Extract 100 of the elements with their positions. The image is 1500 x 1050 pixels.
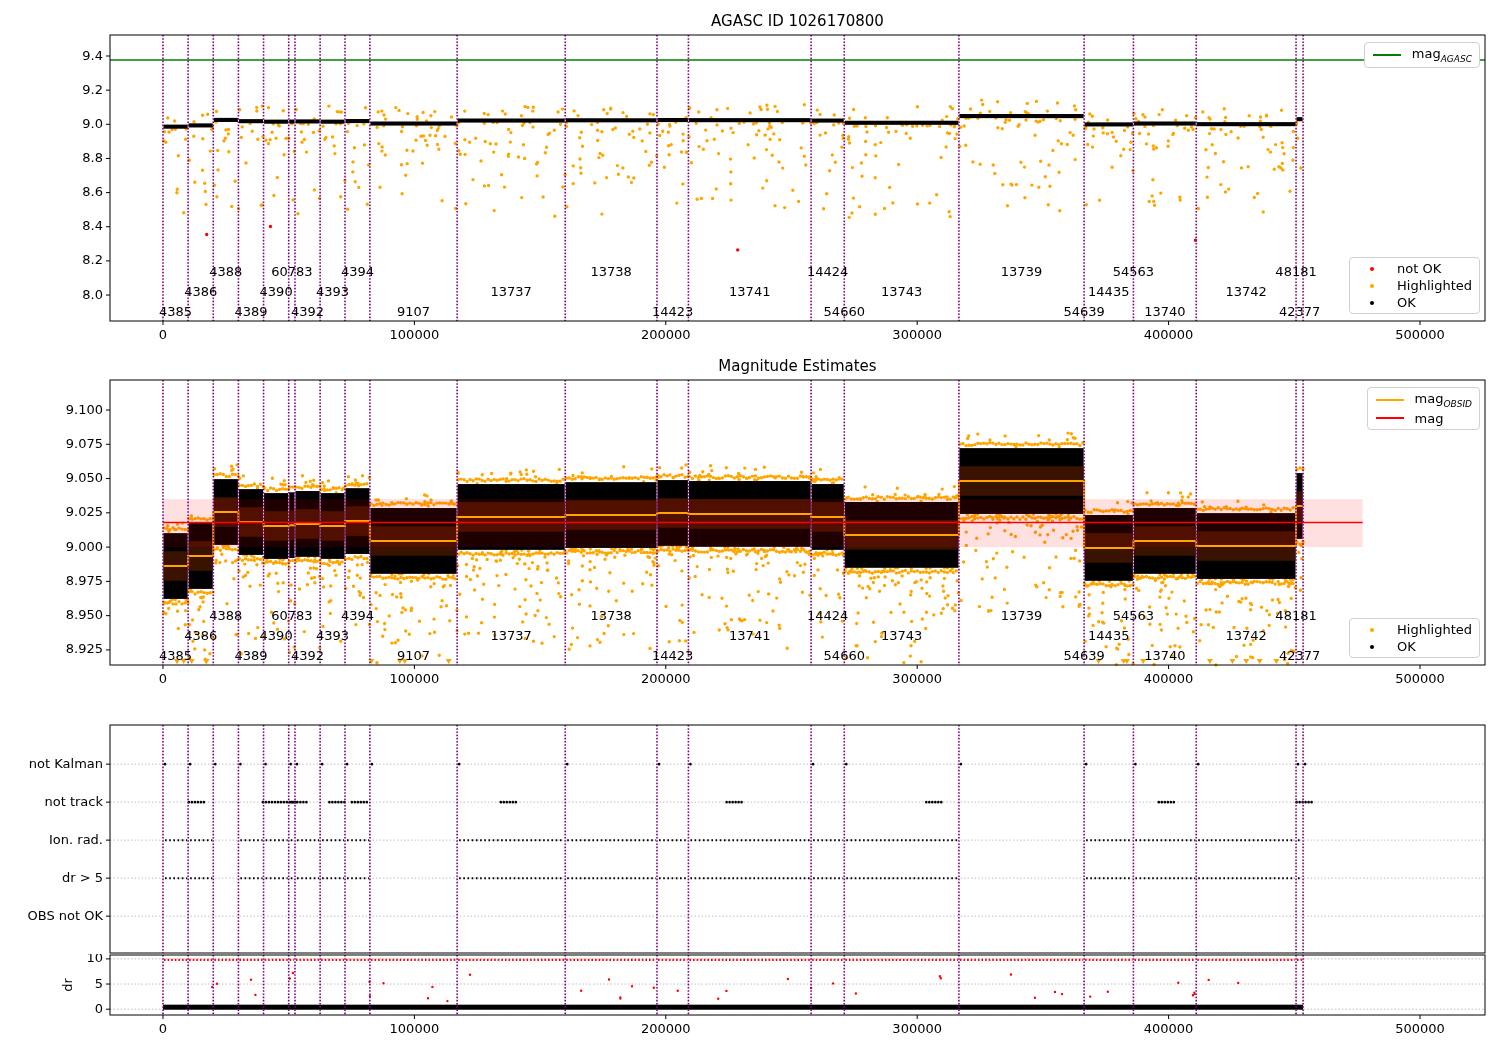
legend-label: mag$_{AGASC}$	[1411, 46, 1472, 64]
obsid-label: 13740	[1144, 647, 1186, 663]
obsid-label: 14424	[807, 263, 849, 279]
obsid-label: 14423	[652, 647, 694, 663]
tick-label: 0	[94, 1000, 103, 1016]
tick-label: 8.2	[82, 252, 103, 268]
obsid-label: 4394	[340, 263, 374, 279]
obsid-label: 60783	[271, 263, 313, 279]
legend-label: mag	[1414, 410, 1444, 426]
legend-label: OK	[1397, 295, 1416, 310]
tick-label: not track	[44, 793, 103, 809]
tick-label: 9.075	[65, 435, 103, 451]
obsid-label: 4389	[234, 647, 268, 663]
tick-label: 100000	[389, 671, 440, 686]
obsid-label: 4390	[259, 283, 293, 299]
tick-label: 400000	[1143, 327, 1194, 340]
legend-label: Highlighted	[1397, 278, 1472, 293]
obsid-label: 4388	[209, 608, 243, 624]
legend-label: not OK	[1397, 261, 1442, 276]
obsid-label: 4385	[159, 303, 193, 319]
tick-label: 8.975	[65, 572, 103, 588]
obsid-label: 54660	[823, 303, 865, 319]
obsid-label: 48181	[1275, 263, 1317, 279]
tick-label: 8.8	[82, 149, 103, 165]
tick-label: OBS not OK	[27, 907, 103, 923]
tick-label: 0	[158, 327, 168, 340]
obsid-label: 4393	[316, 628, 350, 643]
tick-label: 300000	[892, 671, 942, 686]
tick-label: 400000	[1143, 671, 1194, 686]
tick-label: 9.100	[65, 401, 103, 417]
obsid-label: 4392	[291, 647, 325, 663]
tick-label: 8.0	[82, 286, 103, 302]
obsid-label: 54639	[1063, 647, 1105, 663]
tick-label: 300000	[892, 327, 942, 340]
tick-label: 200000	[640, 671, 691, 686]
tick-label: 9.025	[65, 504, 103, 520]
axis-label: dr	[59, 978, 75, 992]
tick-label: 200000	[640, 1021, 691, 1036]
obsid-label: 13737	[490, 628, 532, 643]
tick-label: 400000	[1143, 1021, 1194, 1036]
obsid-label: 4389	[234, 303, 268, 319]
tick-label: 200000	[640, 327, 691, 340]
tick-label: 500000	[1395, 327, 1445, 340]
tick-label: 500000	[1395, 671, 1445, 686]
obsid-label: 60783	[271, 608, 313, 624]
obsid-label: 13738	[590, 263, 632, 279]
tick-label: 9.0	[82, 115, 103, 131]
obsid-label: 4386	[184, 283, 218, 299]
legend-label: OK	[1397, 639, 1416, 654]
obsid-label: 54563	[1112, 263, 1155, 279]
obsid-label: 54563	[1112, 608, 1155, 624]
tick-label: 8.4	[82, 218, 103, 234]
obsid-label: 42377	[1278, 647, 1321, 663]
obsid-label: 9107	[396, 647, 431, 663]
obsid-label: 13738	[590, 608, 632, 624]
obsid-label: 13741	[729, 283, 771, 299]
tick-label: 8.6	[82, 184, 103, 200]
obsid-label: 14424	[807, 608, 849, 624]
obsid-label: 54639	[1063, 303, 1105, 319]
obsid-label: 14435	[1088, 628, 1130, 643]
obsid-label: 13739	[1000, 608, 1043, 624]
tick-label: 0	[158, 671, 168, 686]
obsid-label: 4390	[259, 628, 293, 643]
obsid-label: 13739	[1000, 263, 1043, 279]
tick-label: 8.925	[65, 641, 103, 657]
obsid-label: 4394	[340, 608, 374, 624]
obsid-label: 54660	[823, 647, 865, 663]
chart-title: AGASC ID 1026170800	[711, 12, 884, 30]
obsid-label: 4392	[291, 303, 325, 319]
tick-label: 8.950	[65, 607, 103, 623]
tick-label: dr > 5	[61, 869, 103, 885]
tick-label: 9.050	[65, 470, 103, 486]
tick-label: 100000	[389, 1021, 440, 1036]
tick-label: 500000	[1395, 1021, 1445, 1036]
obsid-label: 14435	[1088, 283, 1130, 299]
obsid-label: 4388	[209, 263, 243, 279]
obsid-label: 13741	[729, 628, 771, 643]
tick-label: not Kalman	[28, 755, 103, 771]
obsid-label: 13743	[880, 283, 923, 299]
obsid-label: 13742	[1225, 628, 1267, 643]
legend-label: mag$_{OBSID}$	[1414, 391, 1472, 409]
tick-label: 9.4	[82, 47, 103, 63]
obsid-label: 42377	[1278, 303, 1321, 319]
tick-label: 300000	[892, 1021, 942, 1036]
legend-label: Highlighted	[1397, 622, 1472, 637]
obsid-label: 48181	[1275, 608, 1317, 624]
tick-label: 0	[158, 1021, 168, 1036]
obsid-label: 9107	[396, 303, 431, 319]
chart-title: Magnitude Estimates	[718, 357, 877, 375]
tick-label: 9.000	[65, 538, 103, 554]
obsid-label: 13742	[1225, 283, 1267, 299]
tick-label: 9.2	[82, 81, 103, 97]
obsid-label: 13740	[1144, 303, 1186, 319]
obsid-label: 13743	[880, 628, 923, 643]
obsid-label: 4393	[316, 283, 350, 299]
obsid-label: 4385	[159, 647, 193, 663]
obsid-label: 14423	[652, 303, 694, 319]
tick-label: 100000	[389, 327, 440, 340]
obsid-label: 13737	[490, 283, 532, 299]
tick-label: Ion. rad.	[49, 831, 103, 847]
